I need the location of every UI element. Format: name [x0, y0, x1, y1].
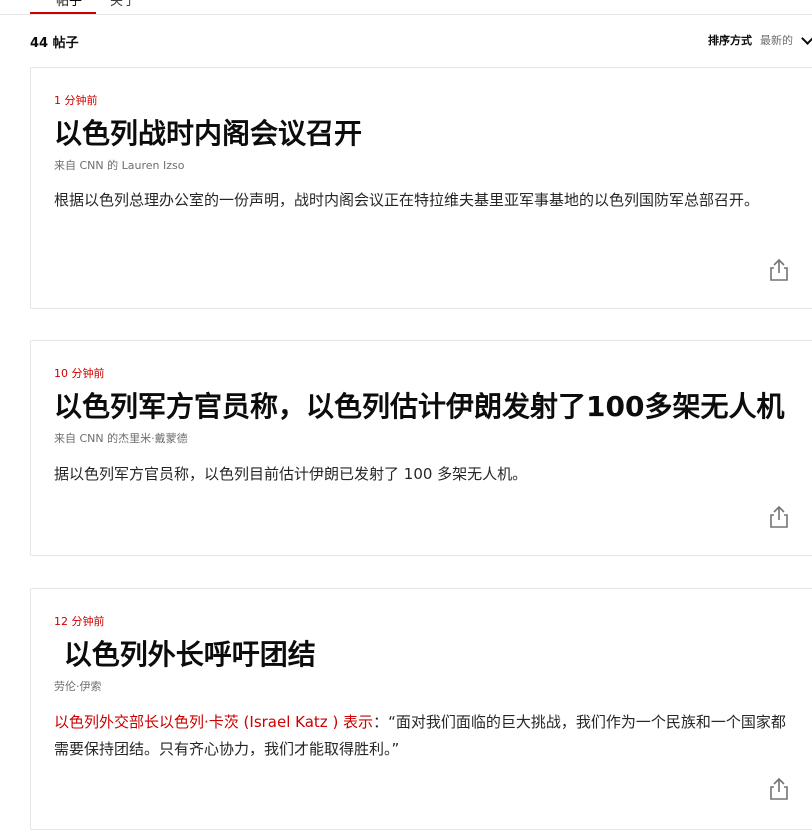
tab-posts-label[interactable]: 帖子 [56, 0, 82, 9]
share-icon [770, 505, 788, 528]
post-byline: 来自 CNN 的杰里米·戴蒙德 [54, 432, 188, 445]
post-card: 12 分钟前 以色列外长呼吁团结 劳伦·伊索 以色列外交部长以色列·卡茨 (Is… [30, 588, 812, 830]
share-button[interactable] [768, 258, 790, 282]
sort-label: 排序方式 [708, 34, 752, 47]
chevron-down-icon[interactable] [801, 31, 812, 45]
tab-bar: 帖子 关于 [0, 0, 812, 15]
post-byline: 来自 CNN 的 Lauren Izso [54, 159, 185, 172]
post-body: 以色列外交部长以色列·卡茨 (Israel Katz ) 表示：“面对我们面临的… [54, 709, 792, 763]
post-count: 44 帖子 [30, 36, 79, 51]
post-card: 10 分钟前 以色列军方官员称，以色列估计伊朗发射了100多架无人机 来自 CN… [30, 340, 812, 556]
post-body: 根据以色列总理办公室的一份声明，战时内阁会议正在特拉维夫基里亚军事基地的以色列国… [54, 191, 760, 209]
feed-header: 44 帖子 排序方式 最新的 [30, 31, 812, 52]
post-headline[interactable]: 以色列战时内阁会议召开 [54, 112, 362, 152]
post-timestamp: 1 分钟前 [54, 94, 98, 107]
share-icon [770, 777, 788, 800]
post-body: 据以色列军方官员称，以色列目前估计伊朗已发射了 100 多架无人机。 [54, 465, 528, 483]
post-headline[interactable]: 以色列外长呼吁团结 [54, 633, 316, 673]
share-button[interactable] [768, 505, 790, 529]
sort-dropdown[interactable]: 最新的 [760, 32, 793, 48]
share-icon [770, 258, 788, 281]
post-headline[interactable]: 以色列军方官员称，以色列估计伊朗发射了100多架无人机 [54, 385, 784, 425]
post-timestamp: 12 分钟前 [54, 615, 105, 628]
post-card: 1 分钟前 以色列战时内阁会议召开 来自 CNN 的 Lauren Izso 根… [30, 67, 812, 309]
sort-control[interactable]: 排序方式 最新的 [708, 31, 812, 48]
tab-about-label[interactable]: 关于 [110, 0, 136, 9]
post-body-link[interactable]: 以色列外交部长以色列·卡茨 (Israel Katz ) 表示 [54, 713, 373, 731]
post-timestamp: 10 分钟前 [54, 367, 105, 380]
share-button[interactable] [768, 777, 790, 801]
post-byline: 劳伦·伊索 [54, 680, 102, 693]
